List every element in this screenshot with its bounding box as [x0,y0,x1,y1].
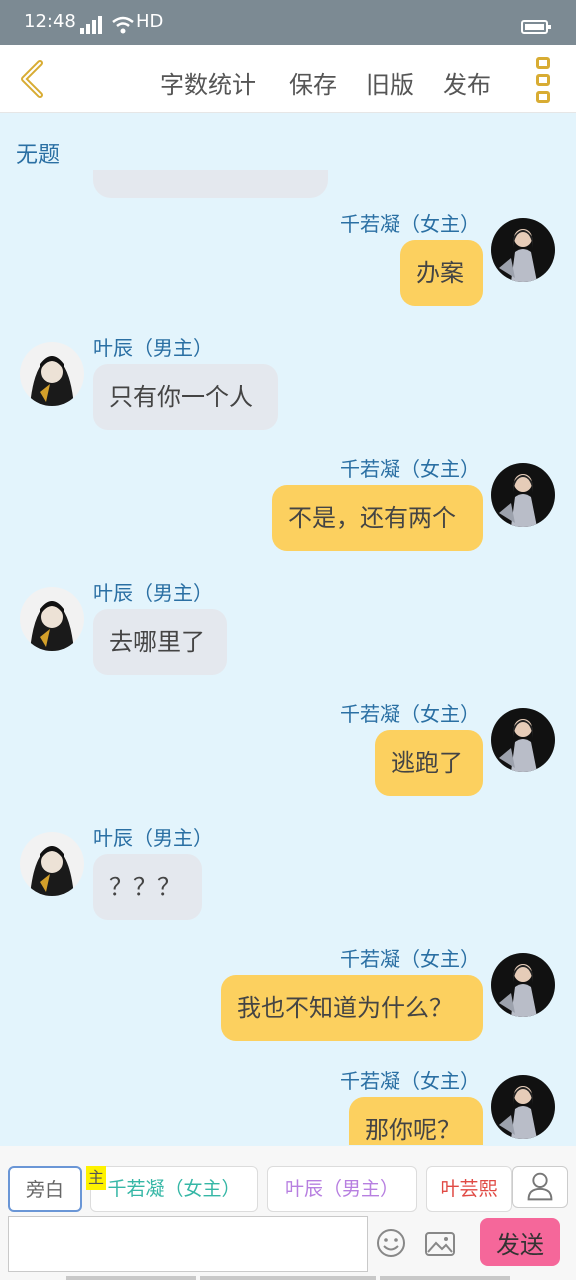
speaker-name: 千若凝（女主） [340,212,480,236]
message-bubble[interactable]: 我也不知道为什么？ [221,975,483,1041]
previous-message-bubble [93,170,328,198]
story-title[interactable]: 无题 [16,137,60,169]
speaker-name: 叶辰（男主） [93,581,213,605]
avatar-qian-ruoning[interactable] [491,218,555,282]
role-qian-ruoning[interactable]: 千若凝（女主） [90,1166,258,1212]
message-item[interactable]: 千若凝（女主） 不是，还有两个 [0,457,576,587]
speaker-name: 千若凝（女主） [340,1069,480,1093]
editor-toolbar: 字数统计 保存 旧版 发布 [0,45,576,113]
save-button[interactable]: 保存 [289,65,337,100]
nav-divider [66,1276,196,1280]
avatar-ye-chen[interactable] [20,342,84,406]
message-item[interactable]: 叶辰（男主） 只有你一个人 [0,336,576,466]
status-bar: 12:48 HD [0,0,576,45]
more-menu-icon[interactable] [532,57,556,103]
message-bubble[interactable]: 只有你一个人 [93,364,278,430]
role-ye-yunxi[interactable]: 叶芸熙 [426,1166,512,1212]
role-narrator[interactable]: 旁白 [8,1166,82,1212]
message-bubble[interactable]: 不是，还有两个 [272,485,483,551]
emoji-icon[interactable] [376,1228,406,1258]
battery-icon [521,20,551,34]
message-bubble[interactable]: 办案 [400,240,483,306]
message-item[interactable]: 叶辰（男主） 去哪里了 [0,581,576,711]
speaker-name: 叶辰（男主） [93,826,213,850]
signal-icon [80,16,104,34]
message-item[interactable]: 千若凝（女主） 我也不知道为什么？ [0,947,576,1077]
role-ye-chen[interactable]: 叶辰（男主） [267,1166,417,1212]
back-button[interactable] [12,57,56,101]
message-input[interactable] [8,1216,368,1272]
message-item[interactable]: 叶辰（男主） ？？？ [0,826,576,956]
publish-button[interactable]: 发布 [443,65,491,100]
status-time: 12:48 [24,11,76,32]
message-bubble[interactable]: ？？？ [93,854,202,920]
nav-divider [200,1276,376,1280]
status-hd: HD [136,11,164,32]
message-item[interactable]: 千若凝（女主） 逃跑了 [0,702,576,832]
input-bar: 发送 [0,1212,576,1280]
message-item[interactable]: 千若凝（女主） 那你呢？ [0,1069,576,1145]
message-item[interactable]: 千若凝（女主） 办案 [0,212,576,342]
avatar-qian-ruoning[interactable] [491,463,555,527]
message-bubble[interactable]: 那你呢？ [349,1097,483,1145]
nav-divider [380,1276,510,1280]
old-version-button[interactable]: 旧版 [366,65,414,100]
message-bubble[interactable]: 逃跑了 [375,730,483,796]
speaker-name: 千若凝（女主） [340,702,480,726]
speaker-name: 千若凝（女主） [340,457,480,481]
message-bubble[interactable]: 去哪里了 [93,609,227,675]
main-character-tag: 主 [86,1166,106,1190]
avatar-ye-chen[interactable] [20,832,84,896]
avatar-qian-ruoning[interactable] [491,708,555,772]
speaker-name: 千若凝（女主） [340,947,480,971]
chat-area[interactable]: 千若凝（女主） 办案 叶辰（男主） 只有你一个人 千若凝（女主） 不是，还有两个 叶辰（男主… [0,114,576,1145]
wifi-icon [112,16,134,34]
avatar-qian-ruoning[interactable] [491,1075,555,1139]
avatar-ye-chen[interactable] [20,587,84,651]
avatar-qian-ruoning[interactable] [491,953,555,1017]
send-button[interactable]: 发送 [480,1218,560,1266]
word-count-button[interactable]: 字数统计 [160,65,256,100]
user-icon[interactable] [512,1166,568,1208]
speaker-name: 叶辰（男主） [93,336,213,360]
image-icon[interactable] [424,1230,456,1258]
